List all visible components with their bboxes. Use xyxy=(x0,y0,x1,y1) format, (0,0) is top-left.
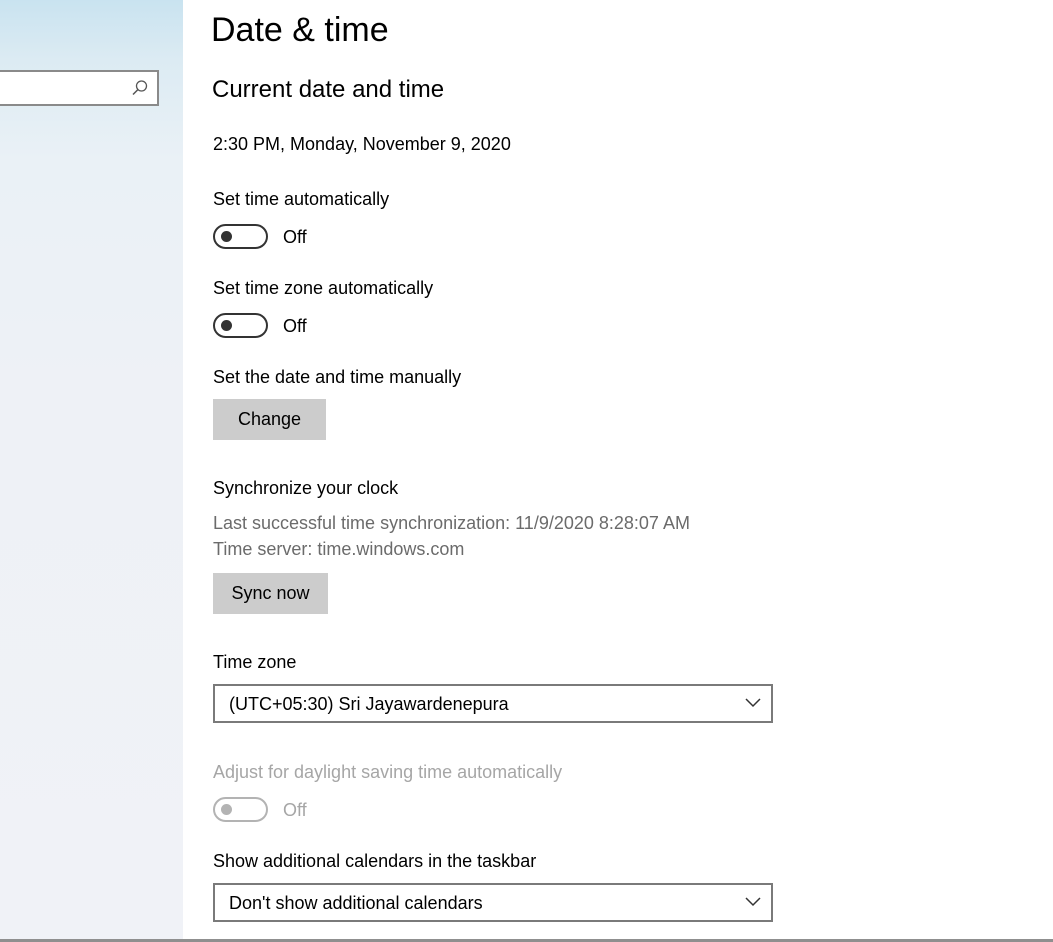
set-time-auto-toggle[interactable] xyxy=(213,224,268,249)
change-button[interactable]: Change xyxy=(213,399,326,440)
page-title: Date & time xyxy=(211,11,389,49)
sync-now-button[interactable]: Sync now xyxy=(213,573,328,614)
toggle-knob xyxy=(221,231,232,242)
calendars-dropdown[interactable]: Don't show additional calendars xyxy=(213,883,773,922)
time-server-text: Time server: time.windows.com xyxy=(213,539,465,559)
navigation-pane xyxy=(0,0,183,942)
section-title-current-date-time: Current date and time xyxy=(212,76,445,103)
timezone-label: Time zone xyxy=(213,652,297,672)
toggle-knob xyxy=(221,320,232,331)
set-time-auto-state: Off xyxy=(283,227,307,247)
chevron-down-icon xyxy=(745,698,761,708)
chevron-down-icon xyxy=(745,897,761,907)
timezone-value: (UTC+05:30) Sri Jayawardenepura xyxy=(229,694,509,714)
current-datetime-text: 2:30 PM, Monday, November 9, 2020 xyxy=(213,134,511,154)
sync-clock-label: Synchronize your clock xyxy=(213,478,399,498)
dst-label: Adjust for daylight saving time automati… xyxy=(213,762,563,782)
calendars-value: Don't show additional calendars xyxy=(229,893,483,913)
last-sync-text: Last successful time synchronization: 11… xyxy=(213,513,690,533)
timezone-dropdown[interactable]: (UTC+05:30) Sri Jayawardenepura xyxy=(213,684,773,723)
set-timezone-auto-state: Off xyxy=(283,316,307,336)
dst-toggle xyxy=(213,797,268,822)
settings-window: Date & time Current date and time 2:30 P… xyxy=(0,0,1053,942)
set-timezone-auto-label: Set time zone automatically xyxy=(213,278,434,298)
set-time-auto-label: Set time automatically xyxy=(213,189,390,209)
search-input[interactable] xyxy=(0,70,159,106)
calendars-label: Show additional calendars in the taskbar xyxy=(213,851,537,871)
dst-state: Off xyxy=(283,800,307,820)
manual-datetime-label: Set the date and time manually xyxy=(213,367,462,387)
set-timezone-auto-toggle[interactable] xyxy=(213,313,268,338)
toggle-knob xyxy=(221,804,232,815)
content-pane: Date & time Current date and time 2:30 P… xyxy=(183,0,1053,942)
search-icon[interactable] xyxy=(131,79,149,97)
